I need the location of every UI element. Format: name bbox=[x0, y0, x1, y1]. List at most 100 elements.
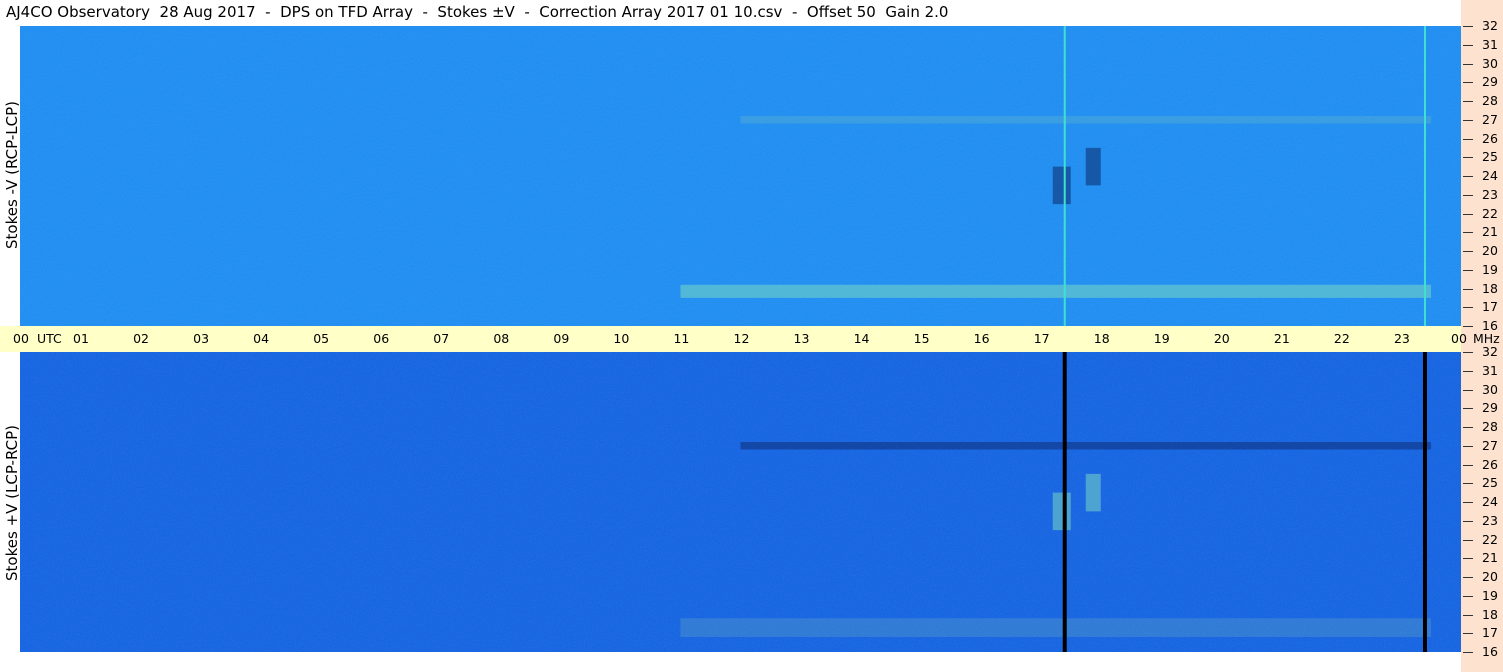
mhz-tick-mark bbox=[1463, 614, 1473, 616]
mhz-tick-label: 21 bbox=[1482, 224, 1498, 240]
dark-band bbox=[740, 442, 1431, 450]
mhz-tick-mark bbox=[1463, 595, 1473, 597]
hour-tick-label: 12 bbox=[733, 331, 750, 346]
mhz-tick-mark bbox=[1463, 445, 1473, 447]
utc-unit-label: UTC bbox=[37, 331, 62, 346]
mhz-tick-label: 19 bbox=[1482, 261, 1498, 277]
mhz-tick-mark bbox=[1463, 408, 1473, 410]
hour-tick-label: 10 bbox=[613, 331, 630, 346]
mhz-tick-mark bbox=[1463, 577, 1473, 578]
mhz-tick-label: 21 bbox=[1482, 550, 1498, 566]
mhz-tick-label: 30 bbox=[1482, 381, 1498, 397]
hour-tick-label: 20 bbox=[1213, 331, 1230, 346]
hour-tick-label: 00 bbox=[13, 331, 29, 346]
mhz-tick-label: 24 bbox=[1482, 168, 1498, 183]
mhz-tick-mark bbox=[1463, 119, 1473, 121]
mhz-tick-label: 19 bbox=[1482, 587, 1498, 603]
mhz-tick-mark bbox=[1463, 307, 1473, 309]
heatmap-noise bbox=[20, 352, 1461, 652]
hour-tick-label: 03 bbox=[193, 331, 210, 346]
heatmap-stokes-plus-v bbox=[20, 352, 1461, 652]
mhz-tick-label: 18 bbox=[1482, 280, 1498, 296]
hour-tick-label: 15 bbox=[913, 331, 930, 346]
hour-tick-label: 06 bbox=[373, 331, 390, 346]
mhz-tick-mark bbox=[1463, 326, 1473, 327]
mhz-tick-label: 23 bbox=[1482, 186, 1498, 202]
mhz-tick-label: 27 bbox=[1482, 111, 1498, 127]
hour-tick-label: 01 bbox=[73, 331, 89, 346]
mhz-tick-label: 18 bbox=[1482, 606, 1498, 622]
mhz-tick-label: 20 bbox=[1482, 243, 1498, 258]
hour-tick-label: 11 bbox=[673, 331, 690, 346]
mhz-tick-mark bbox=[1463, 352, 1473, 353]
mhz-tick-label: 32 bbox=[1482, 344, 1498, 359]
mhz-tick-label: 27 bbox=[1482, 437, 1498, 453]
mhz-tick-label: 26 bbox=[1482, 456, 1498, 472]
mhz-tick-mark bbox=[1463, 26, 1473, 27]
mhz-tick-mark bbox=[1463, 213, 1473, 215]
mhz-tick-label: 25 bbox=[1482, 149, 1498, 165]
hour-tick-label: 19 bbox=[1153, 331, 1170, 346]
hour-tick-label: 18 bbox=[1093, 331, 1110, 346]
hour-tick-label: 23 bbox=[1393, 331, 1410, 346]
hour-tick-label: 09 bbox=[553, 331, 570, 346]
hour-tick-label: 14 bbox=[853, 331, 870, 346]
dark-burst-patch bbox=[1085, 147, 1101, 186]
mhz-tick-label: 20 bbox=[1482, 569, 1498, 584]
mhz-tick-mark bbox=[1463, 288, 1473, 290]
mhz-tick-label: 31 bbox=[1482, 36, 1498, 52]
heatmap-noise bbox=[20, 26, 1461, 326]
mhz-tick-label: 30 bbox=[1482, 55, 1498, 71]
mhz-tick-mark bbox=[1463, 232, 1473, 234]
mhz-tick-mark bbox=[1463, 427, 1473, 428]
mhz-tick-mark bbox=[1463, 370, 1473, 372]
mhz-tick-mark bbox=[1463, 138, 1473, 140]
mhz-tick-mark bbox=[1463, 251, 1473, 252]
y-axis-label-top: Stokes -V (RCP-LCP) bbox=[3, 101, 21, 249]
hour-tick-label: 08 bbox=[493, 331, 510, 346]
mhz-tick-label: 24 bbox=[1482, 494, 1498, 509]
hour-tick-label: 05 bbox=[313, 331, 330, 346]
mhz-tick-mark bbox=[1463, 176, 1473, 177]
mhz-tick-mark bbox=[1463, 63, 1473, 65]
mhz-tick-mark bbox=[1463, 539, 1473, 541]
bright-interference-band bbox=[680, 284, 1431, 298]
hour-tick-label: 04 bbox=[253, 331, 270, 346]
mhz-tick-mark bbox=[1463, 652, 1473, 653]
mhz-tick-label: 22 bbox=[1482, 531, 1498, 547]
hour-tick-label: 13 bbox=[793, 331, 810, 346]
mhz-tick-mark bbox=[1463, 464, 1473, 466]
hour-tick-label: 07 bbox=[433, 331, 450, 346]
mhz-tick-mark bbox=[1463, 194, 1473, 196]
heatmap-stokes-minus-v bbox=[20, 26, 1461, 326]
mhz-tick-mark bbox=[1463, 44, 1473, 46]
mhz-tick-label: 28 bbox=[1482, 93, 1498, 108]
bright-burst-patch bbox=[1085, 473, 1101, 512]
mhz-tick-label: 26 bbox=[1482, 130, 1498, 146]
mhz-tick-label: 16 bbox=[1482, 318, 1498, 333]
mhz-tick-label: 32 bbox=[1482, 18, 1498, 33]
mhz-tick-mark bbox=[1463, 82, 1473, 84]
mhz-tick-mark bbox=[1463, 502, 1473, 503]
mhz-tick-mark bbox=[1463, 389, 1473, 391]
mhz-tick-mark bbox=[1463, 520, 1473, 522]
hour-tick-label: 02 bbox=[133, 331, 149, 346]
hour-tick-label: 21 bbox=[1273, 331, 1290, 346]
chart-title: AJ4CO Observatory 28 Aug 2017 - DPS on T… bbox=[6, 3, 949, 21]
hour-tick-label: 22 bbox=[1333, 331, 1350, 346]
y-axis-label-bottom: Stokes +V (LCP-RCP) bbox=[3, 425, 21, 581]
mhz-tick-label: 17 bbox=[1482, 299, 1498, 315]
hour-tick-label: 17 bbox=[1033, 331, 1050, 346]
dark-burst-patch bbox=[1052, 166, 1071, 205]
mhz-tick-label: 29 bbox=[1482, 74, 1498, 90]
mhz-tick-label: 22 bbox=[1482, 205, 1498, 221]
mhz-tick-mark bbox=[1463, 101, 1473, 102]
mhz-tick-label: 16 bbox=[1482, 644, 1498, 659]
interference-band bbox=[680, 618, 1431, 637]
mhz-tick-label: 25 bbox=[1482, 475, 1498, 491]
mhz-tick-label: 23 bbox=[1482, 512, 1498, 528]
mhz-tick-label: 28 bbox=[1482, 419, 1498, 434]
mhz-tick-mark bbox=[1463, 558, 1473, 560]
bright-burst-patch bbox=[1052, 492, 1071, 531]
mhz-tick-mark bbox=[1463, 483, 1473, 485]
